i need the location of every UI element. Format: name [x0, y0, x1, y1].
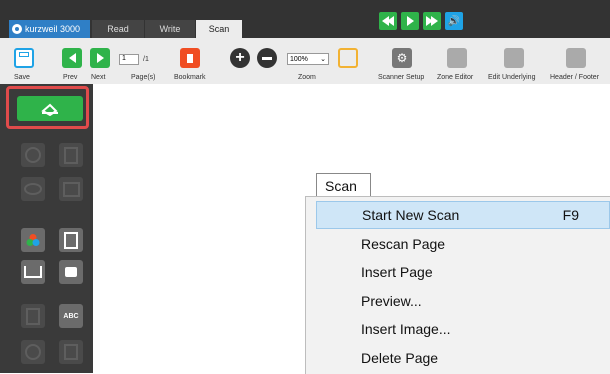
- play-icon: [406, 16, 414, 26]
- save-icon: [19, 52, 29, 57]
- volume-button[interactable]: 🔊: [445, 12, 463, 30]
- page-total: /1: [143, 56, 149, 63]
- tab-read[interactable]: Read: [92, 20, 144, 38]
- rotate-page-button[interactable]: [21, 304, 45, 328]
- ocr-button[interactable]: [21, 340, 45, 364]
- pages-label: Page(s): [131, 74, 156, 81]
- save-label: Save: [14, 74, 30, 81]
- next-icon: [96, 53, 104, 63]
- sidebar: ABC: [0, 84, 93, 373]
- play-button[interactable]: [401, 12, 419, 30]
- prev-icon: [68, 53, 76, 63]
- zoom-out-icon: [262, 56, 272, 60]
- scan-button[interactable]: [17, 96, 83, 121]
- toolbar: Save Prev Next 1 /1 Page(s) Bookmark + 1…: [0, 38, 610, 85]
- chevron-down-icon: ⌄: [320, 56, 326, 63]
- spell-check-icon: ABC: [63, 312, 79, 320]
- zoom-in-icon: +: [235, 49, 245, 66]
- ocr-icon: [25, 344, 41, 360]
- prev-label: Prev: [63, 74, 78, 81]
- scan-icon: [41, 103, 58, 116]
- fast-forward-button[interactable]: [423, 12, 441, 30]
- bookmark-icon: [187, 53, 193, 63]
- zoom-out-button[interactable]: [257, 48, 277, 68]
- tab-write[interactable]: Write: [145, 20, 195, 38]
- menu-item-preview[interactable]: Preview...: [316, 287, 610, 315]
- color-button[interactable]: [21, 228, 45, 252]
- zoom-select[interactable]: 100% ⌄: [287, 53, 329, 65]
- zoom-label: Zoom: [298, 74, 316, 81]
- preview-button[interactable]: [21, 177, 45, 201]
- scanner-setup-button[interactable]: ⚙: [392, 48, 412, 68]
- next-label: Next: [91, 74, 106, 81]
- zoom-in-button[interactable]: +: [230, 48, 250, 68]
- book-button[interactable]: [21, 260, 45, 284]
- prev-button[interactable]: [62, 48, 82, 68]
- gear-icon: ⚙: [396, 51, 408, 65]
- zone-editor-label: Zone Editor: [437, 74, 474, 81]
- shortcut-f9: F9: [562, 207, 579, 223]
- rewind-icon: [382, 16, 394, 26]
- document-button[interactable]: [59, 228, 83, 252]
- image-icon: [62, 181, 80, 197]
- insert-image-button[interactable]: [59, 177, 83, 201]
- bookmark-label: Bookmark: [174, 74, 206, 81]
- page-add-icon: [64, 146, 78, 164]
- fit-page-button[interactable]: [338, 48, 358, 68]
- kurzweil-logo-icon: [12, 24, 22, 34]
- eye-icon: [24, 183, 42, 195]
- document-icon: [64, 231, 78, 249]
- layers-button[interactable]: [59, 260, 83, 284]
- menu-item-rescan-page[interactable]: Rescan Page: [316, 230, 610, 258]
- book-icon: [24, 266, 42, 278]
- rewind-button[interactable]: [379, 12, 397, 30]
- rotate-icon: [26, 307, 40, 325]
- title-bar: kurzweil 3000 Read Write Scan 🔊: [0, 0, 610, 38]
- page-number-input[interactable]: 1: [119, 54, 139, 65]
- scan-menu: Start New Scan F9 Rescan Page Insert Pag…: [305, 196, 610, 374]
- layers-icon: [65, 267, 77, 277]
- rescan-icon: [25, 147, 41, 163]
- menu-item-insert-page[interactable]: Insert Page: [316, 258, 610, 286]
- playback-controls: 🔊: [379, 12, 463, 30]
- insert-page-button[interactable]: [59, 143, 83, 167]
- delete-page-button[interactable]: [59, 340, 83, 364]
- spell-check-button[interactable]: ABC: [59, 304, 83, 328]
- header-footer-label: Header / Footer: [550, 74, 600, 81]
- header-footer-button[interactable]: [566, 48, 586, 68]
- trash-icon: [64, 344, 78, 360]
- menu-item-delete-page[interactable]: Delete Page: [316, 344, 610, 372]
- volume-icon: 🔊: [447, 15, 461, 27]
- fast-forward-icon: [426, 16, 438, 26]
- zone-editor-button[interactable]: [447, 48, 467, 68]
- next-button[interactable]: [90, 48, 110, 68]
- edit-underlying-button[interactable]: [504, 48, 524, 68]
- tab-scan[interactable]: Scan: [196, 20, 242, 38]
- bookmark-button[interactable]: [180, 48, 200, 68]
- app-logo: kurzweil 3000: [9, 20, 90, 38]
- app-name: kurzweil 3000: [25, 24, 81, 34]
- scan-menu-header[interactable]: Scan: [316, 173, 371, 197]
- save-button[interactable]: [14, 48, 34, 68]
- menu-item-insert-image[interactable]: Insert Image...: [316, 315, 610, 343]
- scanner-setup-label: Scanner Setup: [378, 74, 425, 81]
- color-circles-icon: [26, 234, 40, 246]
- menu-item-start-new-scan[interactable]: Start New Scan F9: [316, 201, 610, 229]
- edit-underlying-label: Edit Underlying: [488, 74, 536, 81]
- rescan-button[interactable]: [21, 143, 45, 167]
